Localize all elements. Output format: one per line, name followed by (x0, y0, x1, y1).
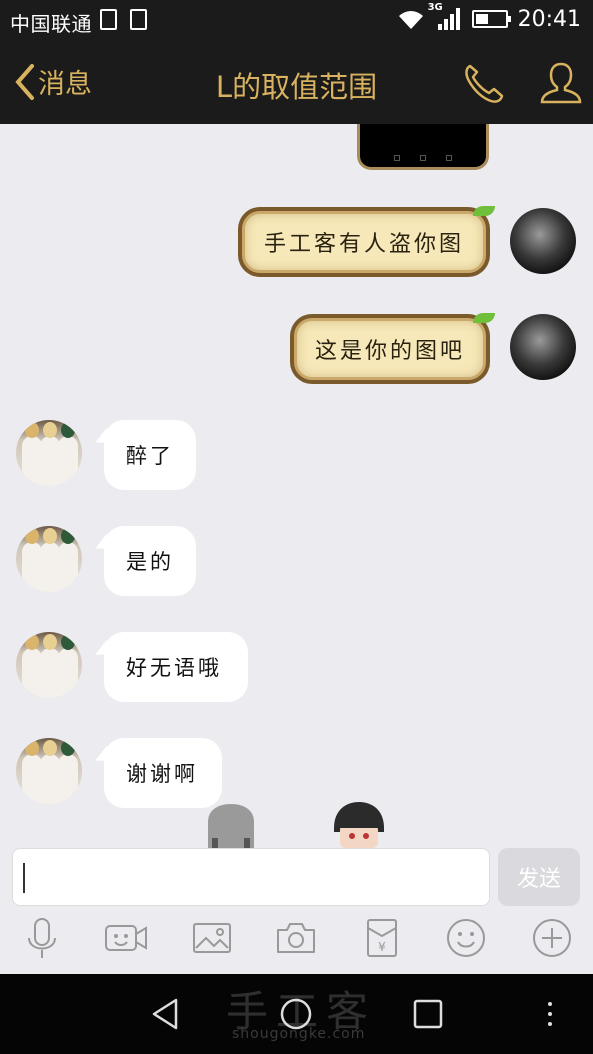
contact-avatar[interactable] (16, 738, 82, 804)
clock: 20:41 (517, 6, 581, 32)
contact-avatar[interactable] (16, 526, 82, 592)
overflow-menu-icon[interactable] (544, 996, 556, 1032)
peeking-character (334, 802, 384, 848)
my-avatar[interactable] (510, 208, 576, 274)
message-text: 好无语哦 (126, 656, 222, 680)
message-bubble-outgoing[interactable]: 手工客有人盗你图 (242, 206, 495, 273)
back-triangle-icon[interactable] (148, 996, 184, 1032)
composer-toolbar: ¥ (0, 916, 593, 970)
message-bubble-incoming[interactable]: 好无语哦 (104, 632, 248, 702)
svg-text:¥: ¥ (378, 940, 386, 954)
plus-icon[interactable] (530, 916, 574, 960)
message-text: 手工客有人盗你图 (263, 232, 464, 257)
profile-icon[interactable] (538, 60, 584, 106)
leaf-decoration (473, 206, 495, 216)
contact-avatar[interactable] (16, 632, 82, 698)
recents-square-icon[interactable] (410, 996, 446, 1032)
battery-level (475, 14, 489, 24)
my-avatar[interactable] (510, 314, 576, 380)
message-text: 谢谢啊 (126, 762, 198, 786)
send-button[interactable]: 发送 (498, 848, 580, 906)
wifi-icon (398, 11, 423, 30)
video-chat-icon[interactable] (104, 916, 148, 960)
message-bubble-incoming[interactable]: 是的 (104, 526, 196, 596)
battery-icon (471, 10, 511, 28)
message-input[interactable] (12, 848, 490, 906)
image-icon[interactable] (190, 916, 234, 960)
carrier-label: 中国联通 (10, 12, 92, 36)
microphone-icon[interactable] (20, 916, 64, 960)
message-text: 是的 (126, 550, 174, 574)
composer: 发送 ¥ (0, 848, 593, 974)
message-text: 醉了 (126, 444, 174, 468)
message-bubble-incoming[interactable]: 醉了 (104, 420, 196, 490)
shared-image-message[interactable] (357, 124, 489, 170)
emoji-icon[interactable] (444, 916, 488, 960)
status-bar: 中国联通 3G 20:41 (0, 0, 593, 42)
system-navigation-bar: 手工客 shougongke.com (0, 974, 593, 1054)
message-text: 这是你的图吧 (314, 339, 465, 364)
camera-icon[interactable] (274, 916, 318, 960)
download-notification-icon (130, 9, 147, 30)
gallery-notification-icon (100, 9, 117, 30)
chat-header: 消息 L的取值范围 (0, 42, 593, 124)
contact-avatar[interactable] (16, 420, 82, 486)
status-right: 3G 20:41 (396, 2, 581, 32)
message-bubble-outgoing[interactable]: 这是你的图吧 (294, 313, 495, 380)
phone-call-icon[interactable] (460, 60, 506, 106)
signal-icon: 3G (428, 2, 462, 32)
leaf-decoration (473, 313, 495, 323)
peeking-character-grey (208, 804, 254, 848)
text-caret (23, 863, 25, 893)
home-circle-icon[interactable] (278, 996, 314, 1032)
message-list[interactable]: 手工客有人盗你图 这是你的图吧 醉了 是的 好无语哦 谢谢啊 (0, 124, 593, 848)
message-bubble-incoming[interactable]: 谢谢啊 (104, 738, 222, 808)
red-packet-icon[interactable]: ¥ (360, 916, 404, 960)
